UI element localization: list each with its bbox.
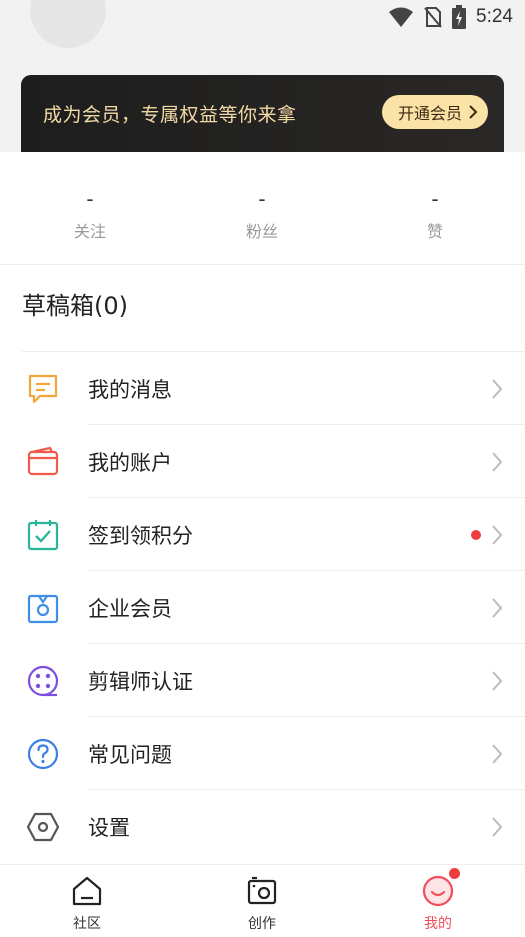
menu-item-editor-certification[interactable]: 剪辑师认证 <box>0 644 525 717</box>
profile-screen: 5:24 成为会员，专属权益等你来拿 开通会员 - 关注 - 粉丝 - 赞 草稿… <box>0 0 525 937</box>
status-bar: 5:24 <box>388 4 513 30</box>
chevron-right-icon <box>492 452 503 472</box>
smile-face-icon <box>422 875 454 907</box>
question-icon <box>27 738 59 770</box>
menu-item-my-account[interactable]: 我的账户 <box>0 425 525 498</box>
notification-dot <box>449 868 460 879</box>
no-sim-icon <box>424 7 442 28</box>
nav-label: 我的 <box>424 916 452 932</box>
chevron-right-icon <box>492 525 503 545</box>
vip-banner-text: 成为会员，专属权益等你来拿 <box>43 104 297 126</box>
nav-label: 创作 <box>248 916 276 932</box>
notification-dot <box>471 530 481 540</box>
menu-item-check-in[interactable]: 签到领积分 <box>0 498 525 571</box>
menu-item-enterprise-member[interactable]: 企业会员 <box>0 571 525 644</box>
chevron-right-icon <box>492 817 503 837</box>
menu-item-label: 签到领积分 <box>88 524 193 548</box>
chevron-right-icon <box>492 598 503 618</box>
open-membership-button[interactable]: 开通会员 <box>381 95 488 129</box>
chevron-right-icon <box>492 744 503 764</box>
stat-likes[interactable]: - 赞 <box>375 188 495 242</box>
chevron-right-icon <box>492 671 503 691</box>
settings-hexagon-icon <box>26 812 60 842</box>
status-time: 5:24 <box>476 6 513 27</box>
nav-label: 社区 <box>73 916 101 932</box>
wallet-icon <box>27 446 59 476</box>
battery-charging-icon <box>452 5 467 29</box>
calendar-check-icon <box>27 520 59 551</box>
nav-tab-mine[interactable]: 我的 <box>393 875 483 933</box>
menu-item-my-messages[interactable]: 我的消息 <box>0 352 525 425</box>
enterprise-badge-icon <box>27 594 59 624</box>
camera-icon <box>247 876 277 905</box>
message-icon <box>28 374 58 404</box>
stat-likes-label: 赞 <box>426 222 443 241</box>
stats-card: - 关注 - 粉丝 - 赞 <box>0 152 525 265</box>
chevron-right-icon <box>469 105 478 119</box>
bottom-nav: 社区 创作 我的 <box>0 864 525 937</box>
home-icon <box>72 876 102 906</box>
avatar[interactable] <box>30 0 106 48</box>
open-membership-label: 开通会员 <box>397 104 462 123</box>
menu-item-label: 设置 <box>88 816 130 840</box>
menu-item-label: 我的消息 <box>88 378 172 402</box>
stat-likes-value: - <box>431 187 439 211</box>
menu-item-label: 我的账户 <box>88 451 172 475</box>
stat-fans[interactable]: - 粉丝 <box>202 188 322 242</box>
nav-tab-create[interactable]: 创作 <box>217 875 307 933</box>
menu-item-label: 剪辑师认证 <box>88 670 193 694</box>
menu-item-label: 企业会员 <box>88 597 172 621</box>
stat-fans-label: 粉丝 <box>245 222 278 241</box>
header-area: 5:24 成为会员，专属权益等你来拿 开通会员 <box>0 0 525 165</box>
wifi-icon <box>389 7 414 27</box>
chevron-right-icon <box>492 379 503 399</box>
menu-item-label: 常见问题 <box>88 743 172 767</box>
drafts-box[interactable]: 草稿箱(0) <box>22 286 128 321</box>
stat-fans-value: - <box>258 187 266 211</box>
menu-list: 我的消息 我的账户 签到领积分 企业会员 剪辑师认证 常见问题 设置 <box>0 352 525 863</box>
menu-item-settings[interactable]: 设置 <box>0 790 525 863</box>
stat-following[interactable]: - 关注 <box>30 188 150 242</box>
menu-item-faq[interactable]: 常见问题 <box>0 717 525 790</box>
stat-following-value: - <box>86 187 94 211</box>
stat-following-label: 关注 <box>73 222 106 241</box>
nav-tab-community[interactable]: 社区 <box>42 875 132 933</box>
film-reel-icon <box>27 665 59 697</box>
